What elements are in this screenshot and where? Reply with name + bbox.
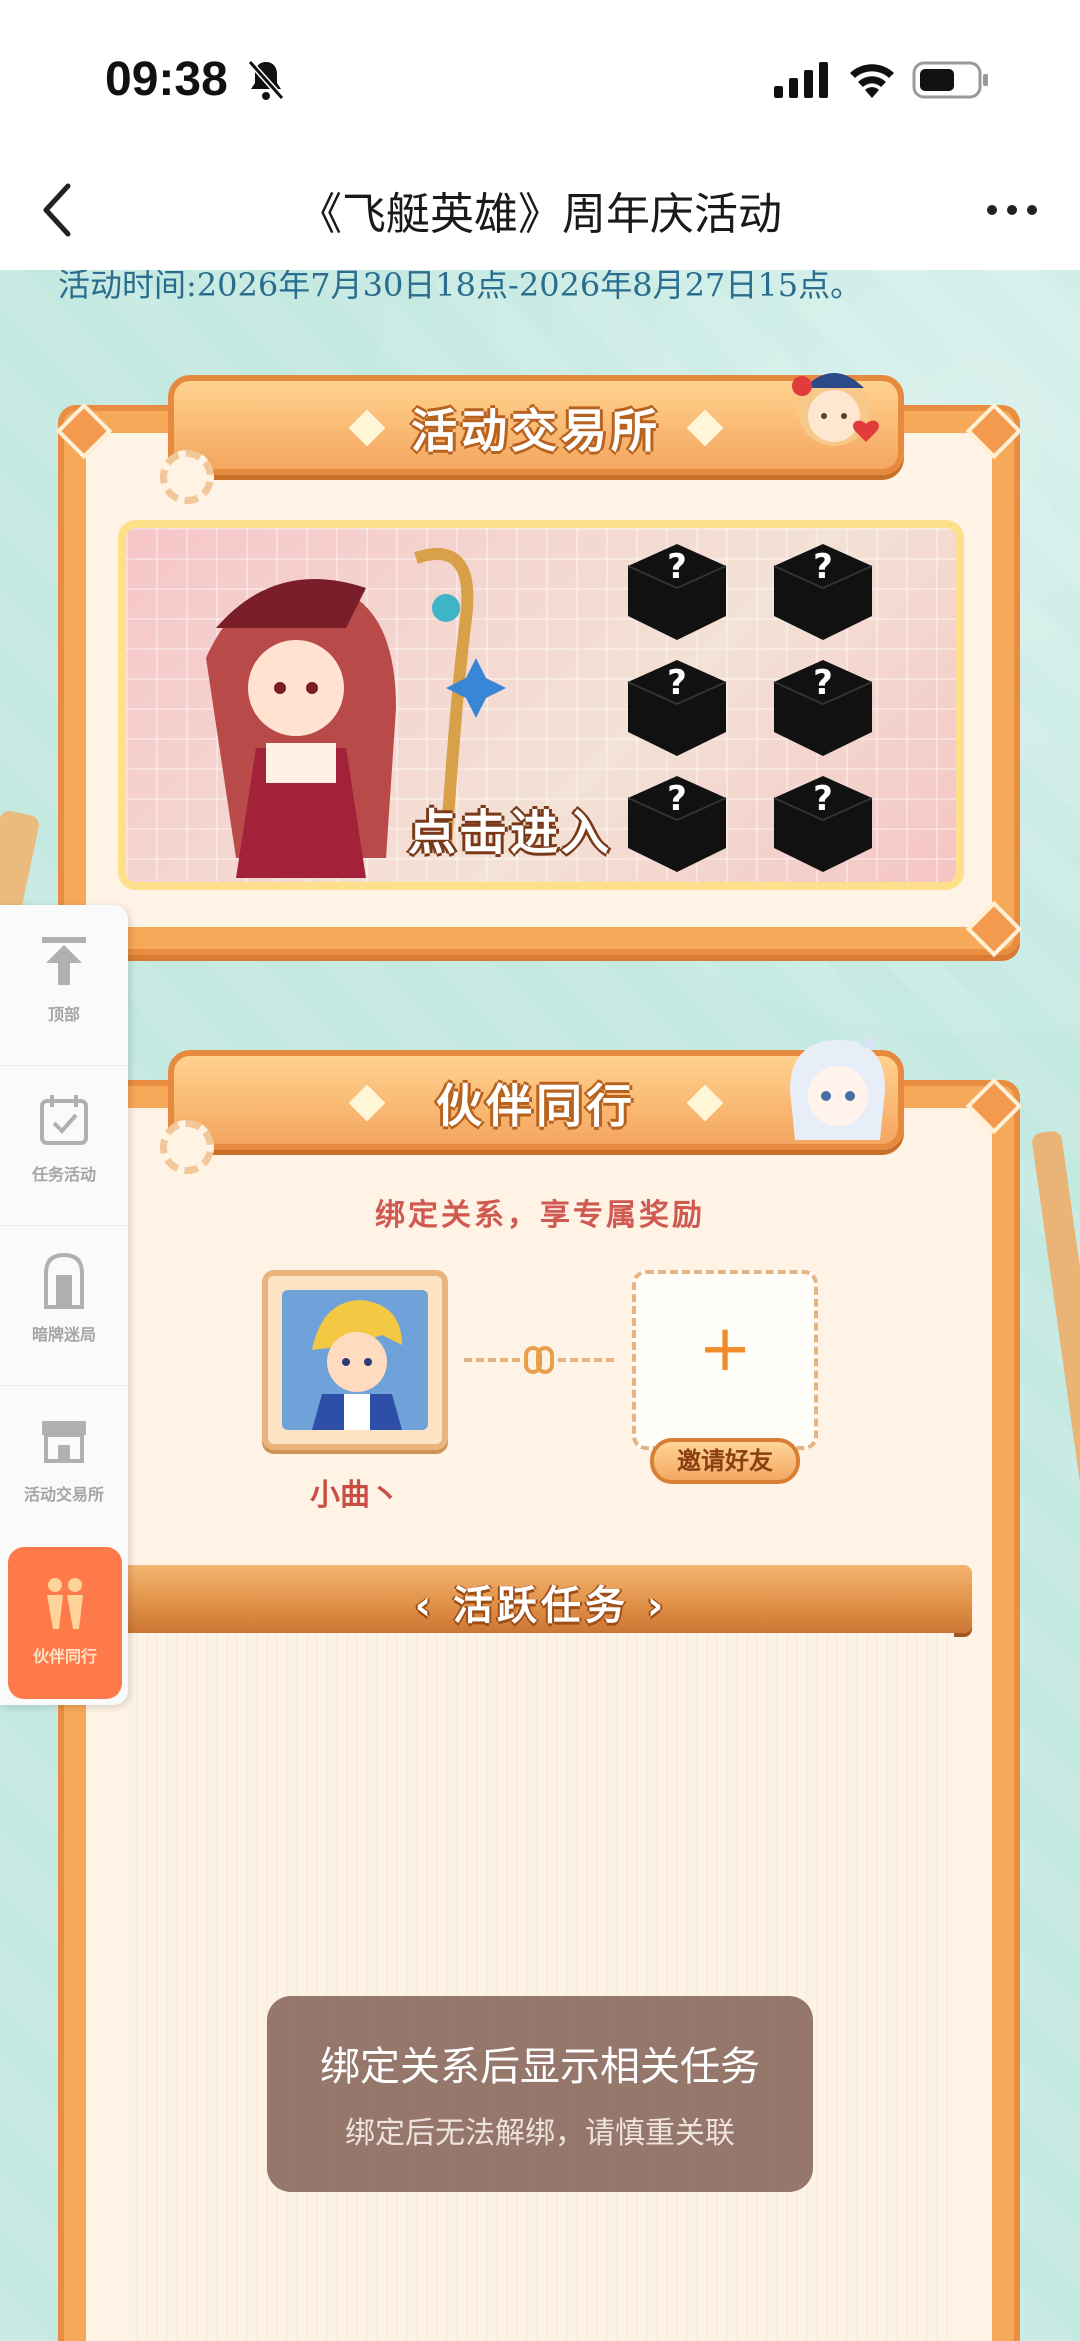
side-nav-label: 伙伴同行 bbox=[32, 1647, 97, 1666]
partners-icon bbox=[47, 1578, 83, 1629]
side-nav-partner[interactable]: 伙伴同行 bbox=[8, 1547, 122, 1699]
shop-icon bbox=[42, 1421, 86, 1463]
calendar-check-icon bbox=[40, 1095, 88, 1145]
activity-time: 活动时间:2026年7月30日18点-2026年8月27日15点。 bbox=[58, 270, 863, 304]
invite-slot[interactable]: + bbox=[632, 1270, 818, 1450]
svg-text:?: ? bbox=[667, 547, 687, 587]
mystery-box-icon: ? bbox=[773, 660, 873, 756]
avatar bbox=[282, 1290, 428, 1430]
side-nav-exchange[interactable]: 活动交易所 bbox=[0, 1385, 128, 1545]
chevron-left-icon: ‹ bbox=[414, 1583, 453, 1629]
door-icon bbox=[44, 1252, 84, 1309]
enter-label: 点击进入 bbox=[408, 805, 613, 861]
side-nav-label: 顶部 bbox=[47, 1005, 80, 1024]
gear-icon bbox=[160, 450, 214, 504]
battery-icon bbox=[912, 61, 988, 99]
task-title-label: 活跃任务 bbox=[453, 1583, 629, 1629]
task-list-area bbox=[128, 1633, 954, 2341]
svg-text:?: ? bbox=[667, 779, 687, 819]
side-nav-top[interactable]: 顶部 bbox=[0, 905, 128, 1065]
bind-subtitle: 绑定关系，享专属奖励 bbox=[375, 1198, 705, 1233]
toast-message: 绑定关系后显示相关任务 绑定后无法解绑，请慎重关联 bbox=[267, 1996, 813, 2192]
floating-side-nav: 顶部 任务活动 暗牌迷局 活动交易所 伙伴同行 bbox=[0, 905, 128, 1705]
status-time: 09:38 bbox=[105, 53, 228, 106]
invite-friend-button[interactable]: 邀请好友 bbox=[650, 1438, 800, 1484]
status-bar: 09:38 bbox=[0, 0, 1080, 150]
svg-text:?: ? bbox=[667, 663, 687, 703]
toast-subtitle: 绑定后无法解绑，请慎重关联 bbox=[345, 2116, 735, 2151]
mascot-white-hair-icon bbox=[790, 1034, 885, 1140]
chevron-right-icon: › bbox=[629, 1583, 668, 1629]
plus-icon: + bbox=[698, 1312, 752, 1386]
mystery-box-icon: ? bbox=[773, 544, 873, 640]
player-name: 小曲丶 bbox=[310, 1478, 400, 1513]
chevron-left-icon[interactable] bbox=[38, 180, 78, 240]
wifi-icon bbox=[850, 64, 894, 98]
side-nav-dark-cards[interactable]: 暗牌迷局 bbox=[0, 1225, 128, 1385]
mystery-box-icon: ? bbox=[627, 776, 727, 872]
mascot-girl-icon bbox=[792, 373, 879, 446]
nav-bar: 《飞艇英雄》周年庆活动 bbox=[0, 150, 1080, 270]
more-dots-icon[interactable] bbox=[982, 190, 1042, 230]
side-nav-label: 任务活动 bbox=[31, 1165, 96, 1184]
svg-text:?: ? bbox=[813, 779, 833, 819]
mystery-box-icon: ? bbox=[627, 660, 727, 756]
side-nav-label: 暗牌迷局 bbox=[31, 1325, 96, 1344]
gear-icon bbox=[160, 1120, 214, 1174]
exchange-enter-card[interactable]: ? ? ? ? ? ? 点击进入 bbox=[118, 520, 964, 890]
chain-link-icon bbox=[464, 1346, 616, 1374]
player-avatar-card bbox=[262, 1270, 448, 1450]
mystery-box-icon: ? bbox=[627, 544, 727, 640]
side-nav-label: 活动交易所 bbox=[23, 1485, 104, 1504]
toast-title: 绑定关系后显示相关任务 bbox=[320, 2044, 760, 2090]
page-title: 《飞艇英雄》周年庆活动 bbox=[298, 189, 782, 240]
side-nav-tasks[interactable]: 任务活动 bbox=[0, 1065, 128, 1225]
task-title: ‹ 活跃任务 › bbox=[110, 1573, 972, 1631]
task-header: ‹ 活跃任务 › bbox=[110, 1565, 972, 1633]
arrow-top-icon bbox=[42, 937, 86, 985]
svg-text:?: ? bbox=[813, 663, 833, 703]
svg-text:?: ? bbox=[813, 547, 833, 587]
signal-icon bbox=[774, 62, 828, 98]
mystery-box-icon: ? bbox=[773, 776, 873, 872]
bell-muted-icon bbox=[247, 60, 285, 100]
